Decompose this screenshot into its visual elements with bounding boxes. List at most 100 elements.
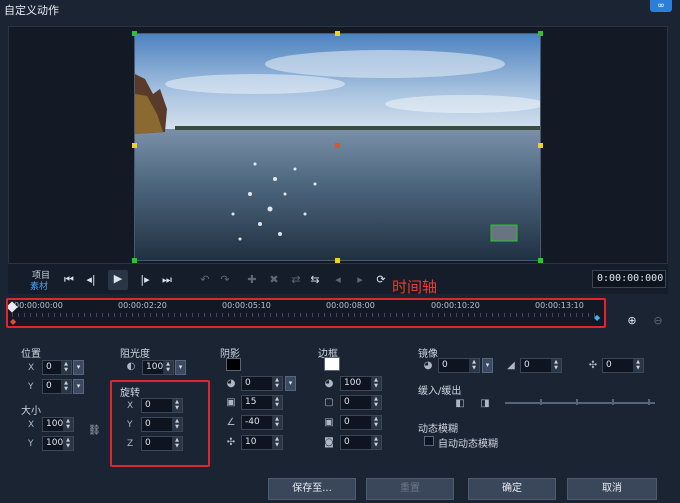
- dropdown-arrow-icon[interactable]: ▾: [285, 376, 296, 391]
- spin-arrows-icon[interactable]: ▲ ▼: [63, 437, 73, 450]
- next-frame-icon[interactable]: |▸: [138, 271, 152, 289]
- fade-slider-track[interactable]: [505, 402, 655, 404]
- opacity-spinbox[interactable]: 100 ▲ ▼: [142, 360, 174, 375]
- position-y-spinbox[interactable]: 0 ▲ ▼: [42, 379, 72, 394]
- transform-handle-top-right[interactable]: [538, 31, 543, 36]
- remove-keyframe-icon[interactable]: ✖: [266, 271, 282, 289]
- shadow-blur-spinbox[interactable]: 15 ▲ ▼: [241, 395, 283, 410]
- spin-arrows-icon[interactable]: ▲ ▼: [551, 359, 561, 372]
- shadow-opacity-spinbox[interactable]: 0 ▲ ▼: [241, 376, 283, 391]
- spin-arrows-icon[interactable]: ▲ ▼: [272, 396, 282, 409]
- timeline-annotation: 时间轴: [392, 278, 438, 296]
- move-keyframe-left-icon[interactable]: ◂: [330, 271, 346, 289]
- spin-arrows-icon[interactable]: ▲ ▼: [371, 416, 381, 429]
- go-to-start-icon[interactable]: ⏮: [62, 271, 76, 289]
- zoom-in-icon[interactable]: ⊕: [625, 312, 639, 330]
- mirror-gradient-spinbox[interactable]: 0 ▲ ▼: [520, 358, 562, 373]
- transform-handle-left[interactable]: [132, 143, 137, 148]
- border-opacity-spinbox[interactable]: 100 ▲ ▼: [340, 376, 382, 391]
- transform-handle-bottom-right[interactable]: [538, 258, 543, 263]
- spin-arrows-icon[interactable]: ▲ ▼: [371, 436, 381, 449]
- transform-handle-bottom[interactable]: [335, 258, 340, 263]
- spin-arrows-icon[interactable]: ▲ ▼: [371, 377, 381, 390]
- spin-arrows-icon[interactable]: ▲ ▼: [469, 359, 479, 372]
- shadow-distance-icon: ✣: [226, 437, 236, 448]
- rotation-label: 旋转: [120, 388, 140, 399]
- border-width-spinbox[interactable]: 0 ▲ ▼: [340, 395, 382, 410]
- fade-in-icon[interactable]: ◧: [452, 397, 468, 411]
- dropdown-arrow-icon[interactable]: ▾: [175, 360, 186, 375]
- cancel-button[interactable]: 取消: [567, 478, 657, 500]
- undo-icon[interactable]: ↶: [198, 271, 212, 289]
- shadow-color-swatch[interactable]: [226, 358, 241, 371]
- border-blur-spinbox[interactable]: 0 ▲ ▼: [340, 415, 382, 430]
- position-x-value: 0: [46, 362, 52, 372]
- spin-arrows-icon[interactable]: ▲ ▼: [61, 380, 71, 393]
- spin-arrows-icon[interactable]: ▲ ▼: [633, 359, 643, 372]
- position-x-axis: X: [28, 363, 35, 373]
- transform-handle-top-left[interactable]: [132, 31, 137, 36]
- reverse-keyframes-icon[interactable]: ⇄: [288, 271, 304, 289]
- lock-aspect-icon[interactable]: ⛓: [88, 424, 101, 438]
- position-y-axis: Y: [28, 382, 34, 392]
- size-label: 大小: [21, 406, 41, 417]
- previous-frame-icon[interactable]: ◂|: [84, 271, 98, 289]
- play-button[interactable]: ▶: [108, 270, 128, 290]
- size-y-value: 100: [46, 438, 64, 448]
- mirror-opacity-spinbox[interactable]: 0 ▲ ▼: [438, 358, 480, 373]
- border-color-swatch[interactable]: [324, 357, 340, 371]
- border-blur-value: 0: [344, 417, 350, 427]
- rotation-x-axis: X: [127, 401, 134, 411]
- slider-tick: [648, 399, 650, 405]
- timeline-highlight-box: [6, 298, 606, 328]
- transform-handle-bottom-left[interactable]: [132, 258, 137, 263]
- slider-tick: [612, 399, 614, 405]
- redo-icon[interactable]: ↷: [218, 271, 232, 289]
- mirror-distance-spinbox[interactable]: 0 ▲ ▼: [602, 358, 644, 373]
- spin-arrows-icon[interactable]: ▲ ▼: [172, 437, 182, 450]
- transform-handle-top[interactable]: [335, 31, 340, 36]
- spin-arrows-icon[interactable]: ▲ ▼: [272, 377, 282, 390]
- dropdown-arrow-icon[interactable]: ▾: [482, 358, 493, 373]
- zoom-out-icon[interactable]: ⊖: [651, 312, 665, 330]
- shadow-blur-value: 15: [245, 397, 257, 407]
- size-x-spinbox[interactable]: 100 ▲ ▼: [42, 417, 74, 432]
- transform-handle-right[interactable]: [538, 143, 543, 148]
- fade-out-icon[interactable]: ◨: [477, 397, 493, 411]
- auto-motion-blur-checkbox[interactable]: [424, 436, 434, 446]
- go-to-end-icon[interactable]: ⏭: [160, 271, 174, 289]
- dropdown-arrow-icon[interactable]: ▾: [73, 360, 84, 375]
- rotation-y-spinbox[interactable]: 0 ▲ ▼: [141, 417, 183, 432]
- center-point-handle[interactable]: [335, 143, 340, 148]
- dropdown-arrow-icon[interactable]: ▾: [73, 379, 84, 394]
- spin-arrows-icon[interactable]: ▲ ▼: [172, 418, 182, 431]
- border-opacity-icon: ◕: [324, 378, 334, 389]
- add-keyframe-icon[interactable]: ✚: [244, 271, 260, 289]
- spin-arrows-icon[interactable]: ▲ ▼: [61, 361, 71, 374]
- spin-arrows-icon[interactable]: ▲ ▼: [371, 396, 381, 409]
- rotation-z-spinbox[interactable]: 0 ▲ ▼: [141, 436, 183, 451]
- size-y-spinbox[interactable]: 100 ▲ ▼: [42, 436, 74, 451]
- auto-motion-blur-label: 自动动态模糊: [438, 439, 498, 450]
- slider-tick: [576, 399, 578, 405]
- clip-mode-label[interactable]: 素材: [30, 279, 48, 292]
- timecode-display[interactable]: 0:00:00:000: [592, 270, 666, 288]
- position-x-spinbox[interactable]: 0 ▲ ▼: [42, 360, 72, 375]
- reset-button[interactable]: 重置: [366, 478, 454, 500]
- swap-icon[interactable]: ⇆: [308, 271, 322, 289]
- rotation-x-spinbox[interactable]: 0 ▲ ▼: [141, 398, 183, 413]
- border-corner-spinbox[interactable]: 0 ▲ ▼: [340, 435, 382, 450]
- spin-arrows-icon[interactable]: ▲ ▼: [63, 418, 73, 431]
- shadow-distance-spinbox[interactable]: 10 ▲ ▼: [241, 435, 283, 450]
- move-keyframe-right-icon[interactable]: ▸: [352, 271, 368, 289]
- keyframe-settings-icon[interactable]: ⟳: [374, 271, 388, 289]
- ok-button[interactable]: 确定: [468, 478, 556, 500]
- shadow-angle-spinbox[interactable]: -40 ▲ ▼: [241, 415, 283, 430]
- link-icon[interactable]: ∞: [650, 0, 672, 12]
- save-as-button[interactable]: 保存至...: [268, 478, 356, 500]
- spin-arrows-icon[interactable]: ▲ ▼: [172, 399, 182, 412]
- spin-arrows-icon[interactable]: ▲ ▼: [272, 416, 282, 429]
- spin-arrows-icon[interactable]: ▲ ▼: [163, 361, 173, 374]
- mirror-distance-value: 0: [606, 360, 612, 370]
- spin-arrows-icon[interactable]: ▲ ▼: [272, 436, 282, 449]
